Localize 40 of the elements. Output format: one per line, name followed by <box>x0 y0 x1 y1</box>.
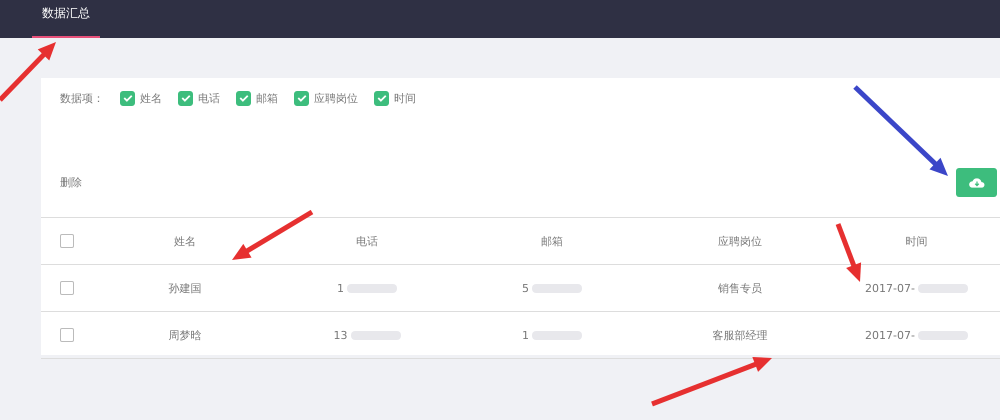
checkbox-label: 姓名 <box>140 90 162 106</box>
table-cell: 1 <box>337 282 344 294</box>
checkbox[interactable] <box>236 90 251 106</box>
table-cell: 2017-07- <box>865 282 915 294</box>
column-header: 邮箱 <box>541 234 563 248</box>
column-header: 姓名 <box>174 234 196 248</box>
download-button[interactable] <box>956 168 997 197</box>
cloud-download-icon <box>968 176 986 188</box>
checkbox[interactable] <box>178 90 193 106</box>
checkbox-label: 邮箱 <box>256 90 278 106</box>
checkmark-icon <box>238 92 250 104</box>
checkbox[interactable] <box>60 328 74 342</box>
checkbox[interactable] <box>294 90 309 106</box>
checkbox-label: 应聘岗位 <box>314 90 358 106</box>
table-cell: 销售专员 <box>718 280 762 296</box>
column-header: 电话 <box>356 234 378 248</box>
checkmark-icon <box>376 92 388 104</box>
table-cell: 1 <box>522 328 529 342</box>
table-cell: 周梦晗 <box>168 328 202 342</box>
delete-button[interactable]: 删除 <box>60 175 82 190</box>
checkbox[interactable] <box>374 90 389 106</box>
nav-tab[interactable]: 数据汇总 <box>32 0 100 38</box>
table-cell: 13 <box>334 328 348 342</box>
table-cell: 孙建国 <box>168 280 202 296</box>
checkbox-label: 时间 <box>394 90 416 106</box>
annotation-arrow <box>0 42 56 102</box>
checkbox[interactable] <box>120 90 135 106</box>
annotation-arrow <box>836 223 862 282</box>
fields-label: 数据项： <box>60 90 104 106</box>
checkbox[interactable] <box>60 234 74 248</box>
checkbox[interactable] <box>60 281 74 295</box>
checkmark-icon <box>180 92 192 104</box>
checkmark-icon <box>122 92 134 104</box>
checkmark-icon <box>296 92 308 104</box>
table-cell: 2017-07- <box>865 328 915 342</box>
column-header: 时间 <box>906 234 928 248</box>
table-cell: 5 <box>522 282 529 294</box>
column-header: 应聘岗位 <box>718 234 762 248</box>
table-cell: 客服部经理 <box>712 328 768 342</box>
checkbox-label: 电话 <box>198 90 220 106</box>
